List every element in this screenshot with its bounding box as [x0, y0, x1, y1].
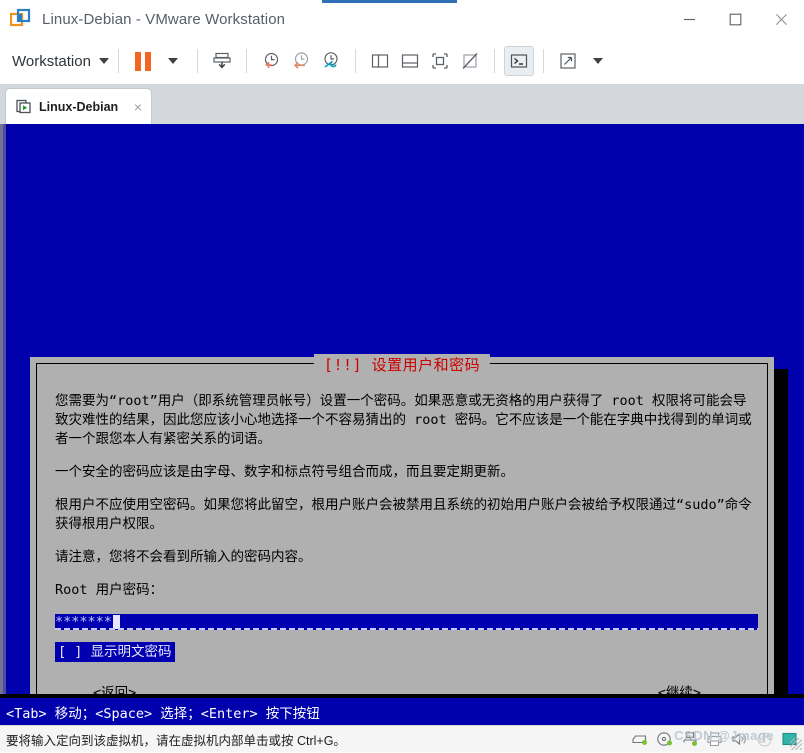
keyboard-send-icon [213, 52, 231, 69]
debian-installer-dialog: [!!] 设置用户和密码 您需要为“root”用户（即系统管理员帐号）设置一个密… [30, 354, 774, 698]
show-thumbnail-bar-button[interactable] [395, 46, 425, 76]
terminal-prompt-icon [510, 54, 528, 68]
help-bar-text: <Tab> 移动；<Space> 选择；<Enter> 按下按钮 [6, 705, 320, 722]
revert-snapshot-button[interactable] [286, 46, 316, 76]
chevron-down-icon [167, 58, 178, 64]
chevron-down-icon [592, 58, 603, 64]
dialog-title: [!!] 设置用户和密码 [313, 354, 491, 375]
tab-linux-debian[interactable]: Linux-Debian × [6, 89, 151, 124]
pause-dropdown-button[interactable] [158, 46, 188, 76]
minimize-button[interactable] [666, 0, 712, 38]
manage-snapshots-button[interactable] [316, 46, 346, 76]
show-library-button[interactable] [365, 46, 395, 76]
take-snapshot-button[interactable] [256, 46, 286, 76]
window-title: Linux-Debian - VMware Workstation [42, 10, 286, 28]
cd-dvd-icon[interactable] [656, 731, 673, 748]
vm-console-screen[interactable]: [!!] 设置用户和密码 您需要为“root”用户（即系统管理员帐号）设置一个密… [0, 124, 804, 698]
toolbar-divider [196, 49, 198, 73]
password-input[interactable]: ******* [55, 614, 758, 630]
text-cursor [113, 615, 120, 629]
toolbar-divider [542, 49, 544, 73]
vmware-workstation-window: Linux-Debian - VMware Workstation Workst… [0, 0, 804, 752]
console-view-icon [432, 53, 448, 69]
fullscreen-dropdown-button[interactable] [583, 46, 613, 76]
checkbox-label: 显示明文密码 [90, 644, 172, 660]
installer-help-bar: <Tab> 移动；<Space> 选择；<Enter> 按下按钮 [0, 698, 804, 725]
title-bar-accent [322, 0, 457, 3]
console-hidden-icon [462, 53, 478, 69]
main-toolbar: Workstation [0, 38, 804, 85]
toolbar-divider [354, 49, 356, 73]
send-ctrl-alt-del-button[interactable] [207, 46, 237, 76]
title-bar: Linux-Debian - VMware Workstation [0, 0, 804, 39]
vmware-logo-icon [9, 8, 32, 30]
chevron-down-icon [98, 58, 109, 64]
pause-icon [134, 51, 151, 71]
pause-button[interactable] [128, 46, 158, 76]
expand-arrows-icon [560, 53, 576, 69]
close-icon[interactable]: × [134, 100, 142, 114]
vm-left-edge-strip-inner [0, 124, 3, 698]
password-field-underline [55, 628, 758, 630]
dialog-paragraph-3: 根用户不应使用空密码。如果您将此留空，根用户账户会被禁用且系统的初始用户账户会被… [55, 497, 752, 532]
toolbar-divider [493, 49, 495, 73]
dialog-paragraph-1: 您需要为“root”用户（即系统管理员帐号）设置一个密码。如果恶意或无资格的用户… [55, 393, 752, 447]
printer-icon [706, 731, 723, 748]
password-field-label: Root 用户密码： [55, 582, 164, 598]
dialog-paragraph-2: 一个安全的密码应该是由字母、数字和标点符号组合而成，而且要定期更新。 [55, 464, 514, 480]
dialog-body: 您需要为“root”用户（即系统管理员帐号）设置一个密码。如果恶意或无资格的用户… [55, 392, 758, 698]
unity-mode-button[interactable] [503, 46, 534, 76]
resize-grip[interactable] [790, 738, 802, 750]
hide-console-view-button[interactable] [455, 46, 485, 76]
vm-tab-strip: Linux-Debian × [0, 84, 804, 124]
snapshot-manager-icon [324, 52, 338, 68]
workstation-menu-label: Workstation [12, 52, 91, 70]
network-adapter-icon[interactable] [681, 731, 698, 748]
maximize-button[interactable] [712, 0, 758, 38]
vm-play-icon [16, 99, 32, 115]
dialog-border: [!!] 设置用户和密码 您需要为“root”用户（即系统管理员帐号）设置一个密… [36, 354, 768, 698]
show-console-view-button[interactable] [425, 46, 455, 76]
panel-left-icon [371, 54, 389, 68]
toolbar-divider [117, 49, 119, 73]
status-message: 要将输入定向到该虚拟机，请在虚拟机内部单击或按 Ctrl+G。 [6, 733, 346, 748]
usb-icon[interactable] [756, 731, 773, 748]
snapshot-revert-icon [293, 52, 309, 69]
status-bar: 要将输入定向到该虚拟机，请在虚拟机内部单击或按 Ctrl+G。 [0, 725, 804, 752]
tab-label: Linux-Debian [39, 99, 119, 114]
status-device-icons [631, 731, 798, 748]
panel-bottom-icon [401, 54, 419, 68]
toolbar-divider [245, 49, 247, 73]
hard-disk-icon[interactable] [631, 731, 648, 748]
dialog-paragraph-4: 请注意，您将不会看到所输入的密码内容。 [55, 549, 312, 565]
window-controls [666, 0, 804, 38]
workstation-menu-button[interactable]: Workstation [12, 53, 109, 70]
show-password-checkbox[interactable]: [ ] 显示明文密码 [55, 642, 175, 662]
close-button[interactable] [758, 0, 804, 38]
fullscreen-button[interactable] [553, 46, 583, 76]
checkbox-marker: [ ] [58, 644, 83, 660]
sound-card-icon[interactable] [731, 731, 748, 748]
snapshot-add-icon [264, 52, 279, 68]
